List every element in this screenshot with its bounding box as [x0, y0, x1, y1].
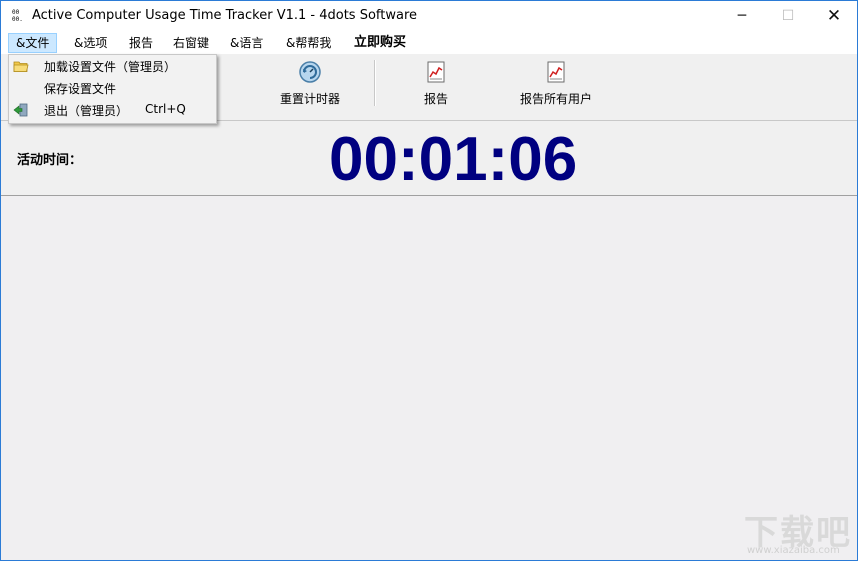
exit-icon: [13, 103, 28, 117]
menu-report[interactable]: 报告: [122, 34, 160, 52]
svg-text:00.: 00.: [12, 16, 23, 22]
app-icon: 00 00.: [12, 9, 23, 22]
menu-right-window-key[interactable]: 右窗键: [166, 34, 216, 52]
toolbar-separator: [374, 60, 376, 106]
exit-label: 退出（管理员）: [44, 104, 129, 118]
title-bar[interactable]: 00 00. Active Computer Usage Time Tracke…: [1, 1, 857, 32]
watermark-url: www.xiazaiba.com: [747, 545, 840, 556]
active-time-label: 活动时间：: [17, 153, 83, 168]
menu-buy-now[interactable]: 立即购买: [347, 34, 413, 52]
file-menu-dropdown: 加载设置文件（管理员） 保存设置文件 退出（管理员） Ctrl+Q: [8, 54, 217, 124]
window-title: Active Computer Usage Time Tracker V1.1 …: [32, 8, 418, 23]
menu-options[interactable]: &选项: [67, 34, 114, 52]
report-chart-icon: [427, 61, 445, 83]
maximize-button[interactable]: ☐: [765, 1, 811, 32]
menu-item-load-settings[interactable]: 加载设置文件（管理员）: [9, 55, 216, 77]
close-button[interactable]: ✕: [811, 1, 857, 32]
menu-file[interactable]: &文件: [8, 33, 58, 53]
watermark: 下载吧 www.xiazaiba.com: [723, 505, 851, 557]
menu-item-save-settings[interactable]: 保存设置文件: [9, 77, 216, 99]
menu-language[interactable]: &语言: [223, 34, 270, 52]
menu-bar: &文件 &选项 报告 右窗键 &语言 &帮帮我 立即购买: [1, 32, 857, 54]
exit-shortcut: Ctrl+Q: [145, 102, 186, 116]
report-all-users-label: 报告所有用户: [519, 92, 592, 106]
reset-timer-button[interactable]: 重置计时器: [279, 60, 341, 112]
folder-icon: [13, 61, 29, 72]
app-window: 00 00. Active Computer Usage Time Tracke…: [0, 0, 858, 561]
report-button[interactable]: 报告: [419, 60, 453, 112]
save-settings-label: 保存设置文件: [44, 82, 117, 96]
report-all-users-chart-icon: [547, 61, 565, 83]
active-time-value: 00:01:06: [329, 125, 578, 194]
timer-panel: 活动时间： 00:01:06: [1, 121, 857, 196]
svg-text:00: 00: [12, 9, 20, 16]
minimize-button[interactable]: ─: [719, 1, 765, 32]
load-settings-label: 加载设置文件（管理员）: [44, 60, 177, 74]
reset-timer-label: 重置计时器: [279, 92, 340, 106]
report-label: 报告: [423, 92, 448, 106]
menu-item-exit[interactable]: 退出（管理员） Ctrl+Q: [9, 99, 216, 121]
report-all-users-button[interactable]: 报告所有用户: [517, 60, 595, 112]
menu-help[interactable]: &帮帮我: [279, 34, 338, 52]
reset-timer-icon: [299, 61, 321, 83]
